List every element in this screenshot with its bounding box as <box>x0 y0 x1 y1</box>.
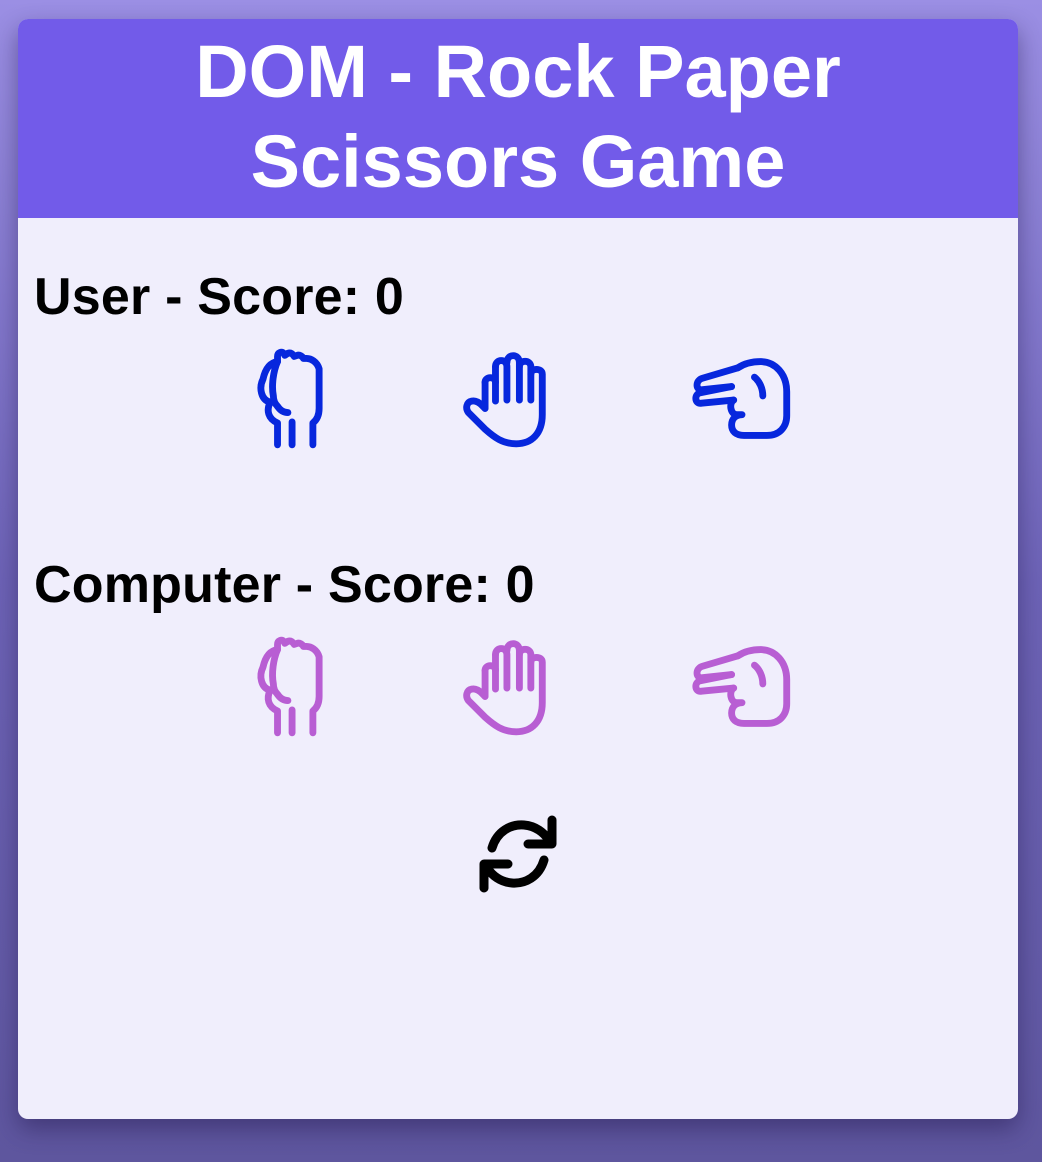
computer-choices <box>18 631 1018 741</box>
page-title: DOM - Rock Paper Scissors Game <box>195 29 841 203</box>
reset-button[interactable] <box>468 804 568 904</box>
user-score-label: User - Score: 0 <box>34 268 405 326</box>
hand-paper-icon <box>463 352 546 448</box>
computer-paper-choice <box>454 631 564 741</box>
refresh-icon <box>479 815 557 893</box>
hand-scissors-icon <box>692 646 791 727</box>
user-choices <box>18 343 1018 453</box>
game-header: DOM - Rock Paper Scissors Game <box>18 19 1018 218</box>
hand-scissors-icon <box>692 358 791 439</box>
computer-scissors-choice <box>687 631 797 741</box>
user-paper-button[interactable] <box>454 343 564 453</box>
hand-rock-icon <box>257 348 323 449</box>
user-rock-button[interactable] <box>235 343 345 453</box>
hand-paper-icon <box>463 640 546 736</box>
hand-rock-icon <box>257 636 323 737</box>
computer-score-label: Computer - Score: 0 <box>34 556 535 614</box>
computer-rock-choice <box>235 631 345 741</box>
game-card: DOM - Rock Paper Scissors Game User - Sc… <box>18 19 1018 1119</box>
user-scissors-button[interactable] <box>687 343 797 453</box>
